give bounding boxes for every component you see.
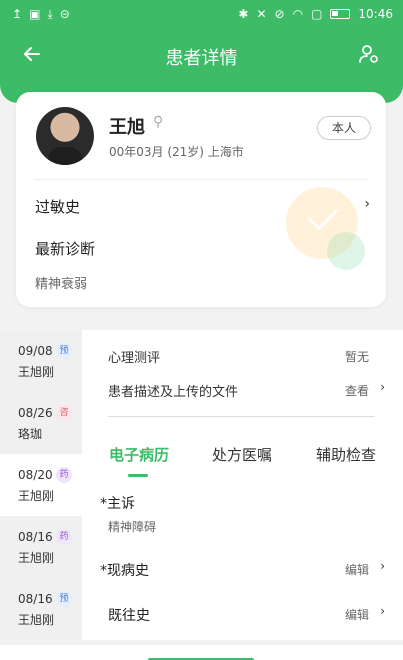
patient-info: 00年03月 (21岁) 上海市 [109, 145, 244, 159]
download-icon: ⤓ [47, 7, 53, 21]
edit-past-history[interactable]: 编辑 [345, 606, 369, 623]
clock-time: 10:46 [358, 7, 393, 21]
visit-item[interactable]: 08/16 药 王旭刚 [0, 516, 82, 578]
assessment-value: 暂无 [344, 350, 369, 364]
visit-date: 09/08 [18, 344, 53, 358]
tab-prescription[interactable]: 处方医嘱 [212, 444, 272, 465]
present-illness-label: *现病史 [100, 563, 149, 579]
visit-doctor: 珞珈 [18, 427, 43, 441]
visit-date: 08/26 [18, 406, 53, 420]
visit-detail-panel: 心理测评 暂无 患者描述及上传的文件 查看 › 电子病历 处方医嘱 辅助检查 *… [82, 330, 403, 640]
chevron-right-icon[interactable]: › [364, 196, 370, 212]
sim-icon: ▢ [311, 7, 323, 21]
visit-doctor: 王旭刚 [18, 365, 55, 379]
bluetooth-icon: ✱ [238, 7, 249, 21]
divider [108, 416, 375, 417]
visit-item[interactable]: 09/08 预 王旭刚 [0, 330, 82, 392]
tab-emr[interactable]: 电子病历 [109, 444, 169, 465]
mute-icon: ✕ [256, 7, 267, 21]
image-icon: ▣ [29, 7, 41, 21]
person-settings-icon[interactable] [357, 42, 381, 66]
allergy-history-row[interactable]: 过敏史 [35, 196, 80, 217]
chevron-right-icon[interactable]: › [380, 380, 385, 394]
visit-tag: 药 [56, 529, 72, 545]
avatar [36, 107, 94, 165]
chevron-right-icon[interactable]: › [380, 604, 385, 618]
edit-present-illness[interactable]: 编辑 [345, 561, 369, 578]
status-bar: ↥ ▣ ⤓ ⊝ ✱ ✕ ⊘ ◠ ▢ 10:46 [0, 0, 403, 30]
visit-date: 08/20 [18, 468, 53, 482]
divider [34, 179, 368, 180]
view-files-link[interactable]: 查看 [345, 382, 369, 399]
tab-indicator [128, 474, 148, 477]
visit-list: 09/08 预 王旭刚 08/26 咨 珞珈 08/20 药 王旭刚 08/16… [0, 330, 82, 640]
patient-name: 王旭 [109, 117, 145, 138]
latest-diagnosis-label: 最新诊断 [35, 240, 96, 258]
chief-complaint-label: *主诉 [100, 496, 135, 512]
visit-item-selected[interactable]: 08/20 药 王旭刚 [0, 454, 82, 516]
patient-card: 王旭 ⚲ 00年03月 (21岁) 上海市 本人 过敏史 › 最新诊断 精神衰弱 [16, 92, 386, 307]
chevron-right-icon[interactable]: › [380, 559, 385, 573]
visit-tag: 药 [56, 467, 72, 483]
chief-complaint-value: 精神障碍 [108, 520, 157, 534]
visit-doctor: 王旭刚 [18, 613, 55, 627]
decorative-circle-small [327, 232, 365, 270]
visit-tag: 预 [56, 343, 72, 359]
visit-item[interactable]: 08/26 咨 珞珈 [0, 392, 82, 454]
visit-tag: 预 [56, 591, 72, 607]
self-button[interactable]: 本人 [317, 116, 371, 140]
tab-auxiliary-exam[interactable]: 辅助检查 [316, 444, 376, 465]
visit-item[interactable]: 08/16 预 王旭刚 [0, 578, 82, 640]
latest-diagnosis-value: 精神衰弱 [35, 277, 88, 292]
page-title: 患者详情 [165, 48, 238, 69]
vibrate-off-icon: ⊘ [274, 7, 285, 21]
gender-icon: ⚲ [153, 114, 164, 130]
minus-circle-icon: ⊝ [59, 7, 70, 21]
assessment-label: 心理测评 [108, 351, 161, 366]
visit-tag: 咨 [56, 405, 72, 421]
past-history-label: 既往史 [108, 608, 150, 624]
files-label[interactable]: 患者描述及上传的文件 [108, 381, 238, 400]
visit-date: 08/16 [18, 592, 53, 606]
upload-icon: ↥ [12, 7, 23, 21]
visit-doctor: 王旭刚 [18, 489, 55, 503]
wifi-icon: ◠ [292, 7, 304, 21]
battery-icon [330, 9, 351, 19]
visit-doctor: 王旭刚 [18, 551, 55, 565]
visit-date: 08/16 [18, 530, 53, 544]
